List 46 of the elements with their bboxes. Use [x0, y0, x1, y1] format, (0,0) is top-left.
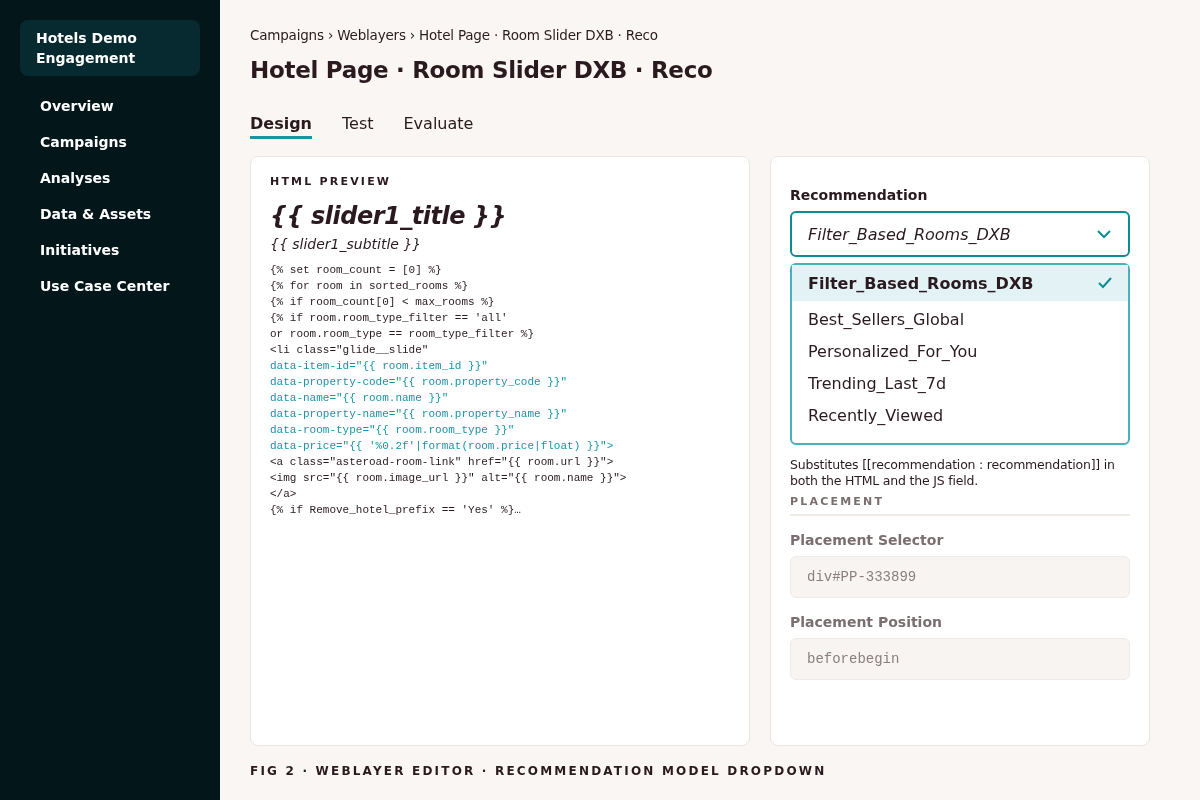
tab[interactable]: Evaluate: [403, 114, 474, 139]
code-line: {% if room_count[0] < max_rooms %}: [270, 295, 496, 310]
sidebar-item[interactable]: Campaigns: [20, 124, 200, 160]
sidebar-item[interactable]: Analyses: [20, 160, 200, 196]
sidebar-item[interactable]: Data & Assets: [20, 196, 200, 232]
code-line: data-item-id="{{ room.item_id }}": [270, 359, 489, 374]
field-label: Placement Position: [790, 614, 943, 630]
code-line: {% if Remove_hotel_prefix == 'Yes' %}…: [270, 503, 522, 518]
input-field[interactable]: beforebegin: [790, 638, 1130, 680]
sidebar-item[interactable]: Use Case Center: [20, 268, 200, 304]
code-line: data-name="{{ room.name }}": [270, 391, 450, 406]
slider-title: {{ slider1_title }}: [270, 202, 507, 230]
field-label: Recommendation: [790, 187, 929, 203]
field-label: Placement Selector: [790, 532, 945, 548]
dropdown-option[interactable]: Trending_Last_7d: [792, 367, 1128, 399]
code-line: data-room-type="{{ room.room_type }}": [270, 423, 516, 438]
code-line: <img src="{{ room.image_url }}" alt="{{ room.name }}">: [270, 471, 628, 486]
workspace-name[interactable]: Hotels Demo Engagement: [20, 20, 200, 76]
code-line: {% if room.room_type_filter == 'all': [270, 311, 509, 326]
input-field[interactable]: div#PP-333899: [790, 556, 1130, 598]
code-line: {% set room_count = [0] %}: [270, 263, 443, 278]
code-line: data-property-name="{{ room.property_name }}": [270, 407, 569, 422]
sidebar-item[interactable]: Initiatives: [20, 232, 200, 268]
recommendation-dropdown[interactable]: Filter_Based_Rooms_DXB: [790, 211, 1130, 257]
section-heading: PLACEMENT: [790, 495, 1130, 516]
dropdown-option[interactable]: Personalized_For_You: [792, 335, 1128, 367]
dropdown-option[interactable]: Best_Sellers_Global: [792, 303, 1128, 335]
dropdown-option[interactable]: Filter_Based_Rooms_DXB: [792, 265, 1128, 301]
code-line: {% for room in sorted_rooms %}: [270, 279, 470, 294]
checkmark-icon: [1098, 277, 1112, 289]
code-line: </a>: [270, 487, 298, 502]
breadcrumb: Campaigns › Weblayers › Hotel Page · Room Slider DXB · Reco: [250, 26, 659, 45]
page-title: Hotel Page · Room Slider DXB · Reco: [250, 56, 714, 84]
tab[interactable]: Design: [250, 114, 312, 139]
code-line: or room.room_type == room_type_filter %}: [270, 327, 536, 342]
sidebar-item[interactable]: Overview: [20, 88, 200, 124]
tab[interactable]: Test: [342, 114, 374, 139]
slider-subtitle: {{ slider1_subtitle }}: [270, 236, 423, 252]
section-heading: HTML PREVIEW: [270, 175, 393, 188]
dropdown-option[interactable]: Recently_Viewed: [792, 399, 1128, 431]
code-line: <li class="glide__slide": [270, 343, 430, 358]
figure-caption: FIG 2 · WEBLAYER EDITOR · RECOMMENDATION MODEL DROPDOWN: [250, 764, 828, 778]
code-line: data-property-code="{{ room.property_code }}": [270, 375, 569, 390]
code-line: data-price="{{ '%0.2f'|format(room.price|float) }}">: [270, 439, 615, 454]
code-line: <a class="asteroad-room-link" href="{{ room.url }}">: [270, 455, 615, 470]
help-text: Substitutes [[recommendation : recommendation]] in both the HTML and the JS field.: [790, 457, 1116, 489]
